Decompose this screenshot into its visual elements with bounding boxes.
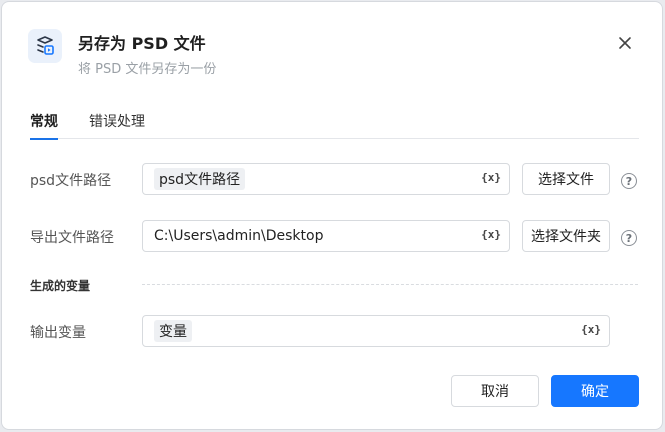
- variable-insert-icon[interactable]: {x}: [581, 323, 601, 336]
- variable-insert-icon[interactable]: {x}: [481, 171, 501, 184]
- output-var-input[interactable]: 变量 {x}: [142, 315, 610, 347]
- section-divider: [142, 284, 638, 285]
- tab-bar: 常规 错误处理: [30, 111, 639, 140]
- export-path-value: C:\Users\admin\Desktop: [154, 228, 324, 244]
- select-folder-button[interactable]: 选择文件夹: [522, 220, 610, 252]
- variable-insert-icon[interactable]: {x}: [481, 228, 501, 241]
- export-path-label: 导出文件路径: [30, 230, 114, 246]
- confirm-button[interactable]: 确定: [551, 375, 639, 407]
- close-icon: [619, 37, 631, 49]
- output-var-label: 输出变量: [30, 325, 86, 341]
- save-as-psd-dialog: 另存为 PSD 文件 将 PSD 文件另存为一份 常规 错误处理 psd文件路径…: [1, 1, 663, 430]
- help-icon[interactable]: ?: [621, 173, 637, 189]
- psd-path-label: psd文件路径: [30, 173, 112, 189]
- tab-error-handling[interactable]: 错误处理: [89, 111, 145, 139]
- help-icon[interactable]: ?: [621, 230, 637, 246]
- output-section-title: 生成的变量: [30, 279, 91, 293]
- dialog-subtitle: 将 PSD 文件另存为一份: [78, 62, 217, 77]
- select-file-button[interactable]: 选择文件: [522, 163, 610, 195]
- cancel-button[interactable]: 取消: [451, 375, 539, 407]
- layers-export-icon: [28, 29, 62, 63]
- psd-path-input[interactable]: psd文件路径 {x}: [142, 163, 510, 195]
- export-path-input[interactable]: C:\Users\admin\Desktop {x}: [142, 220, 510, 252]
- variable-chip: psd文件路径: [154, 168, 246, 190]
- variable-chip: 变量: [154, 320, 192, 342]
- close-button[interactable]: [614, 32, 636, 54]
- tab-general[interactable]: 常规: [30, 111, 58, 140]
- dialog-title: 另存为 PSD 文件: [78, 34, 206, 53]
